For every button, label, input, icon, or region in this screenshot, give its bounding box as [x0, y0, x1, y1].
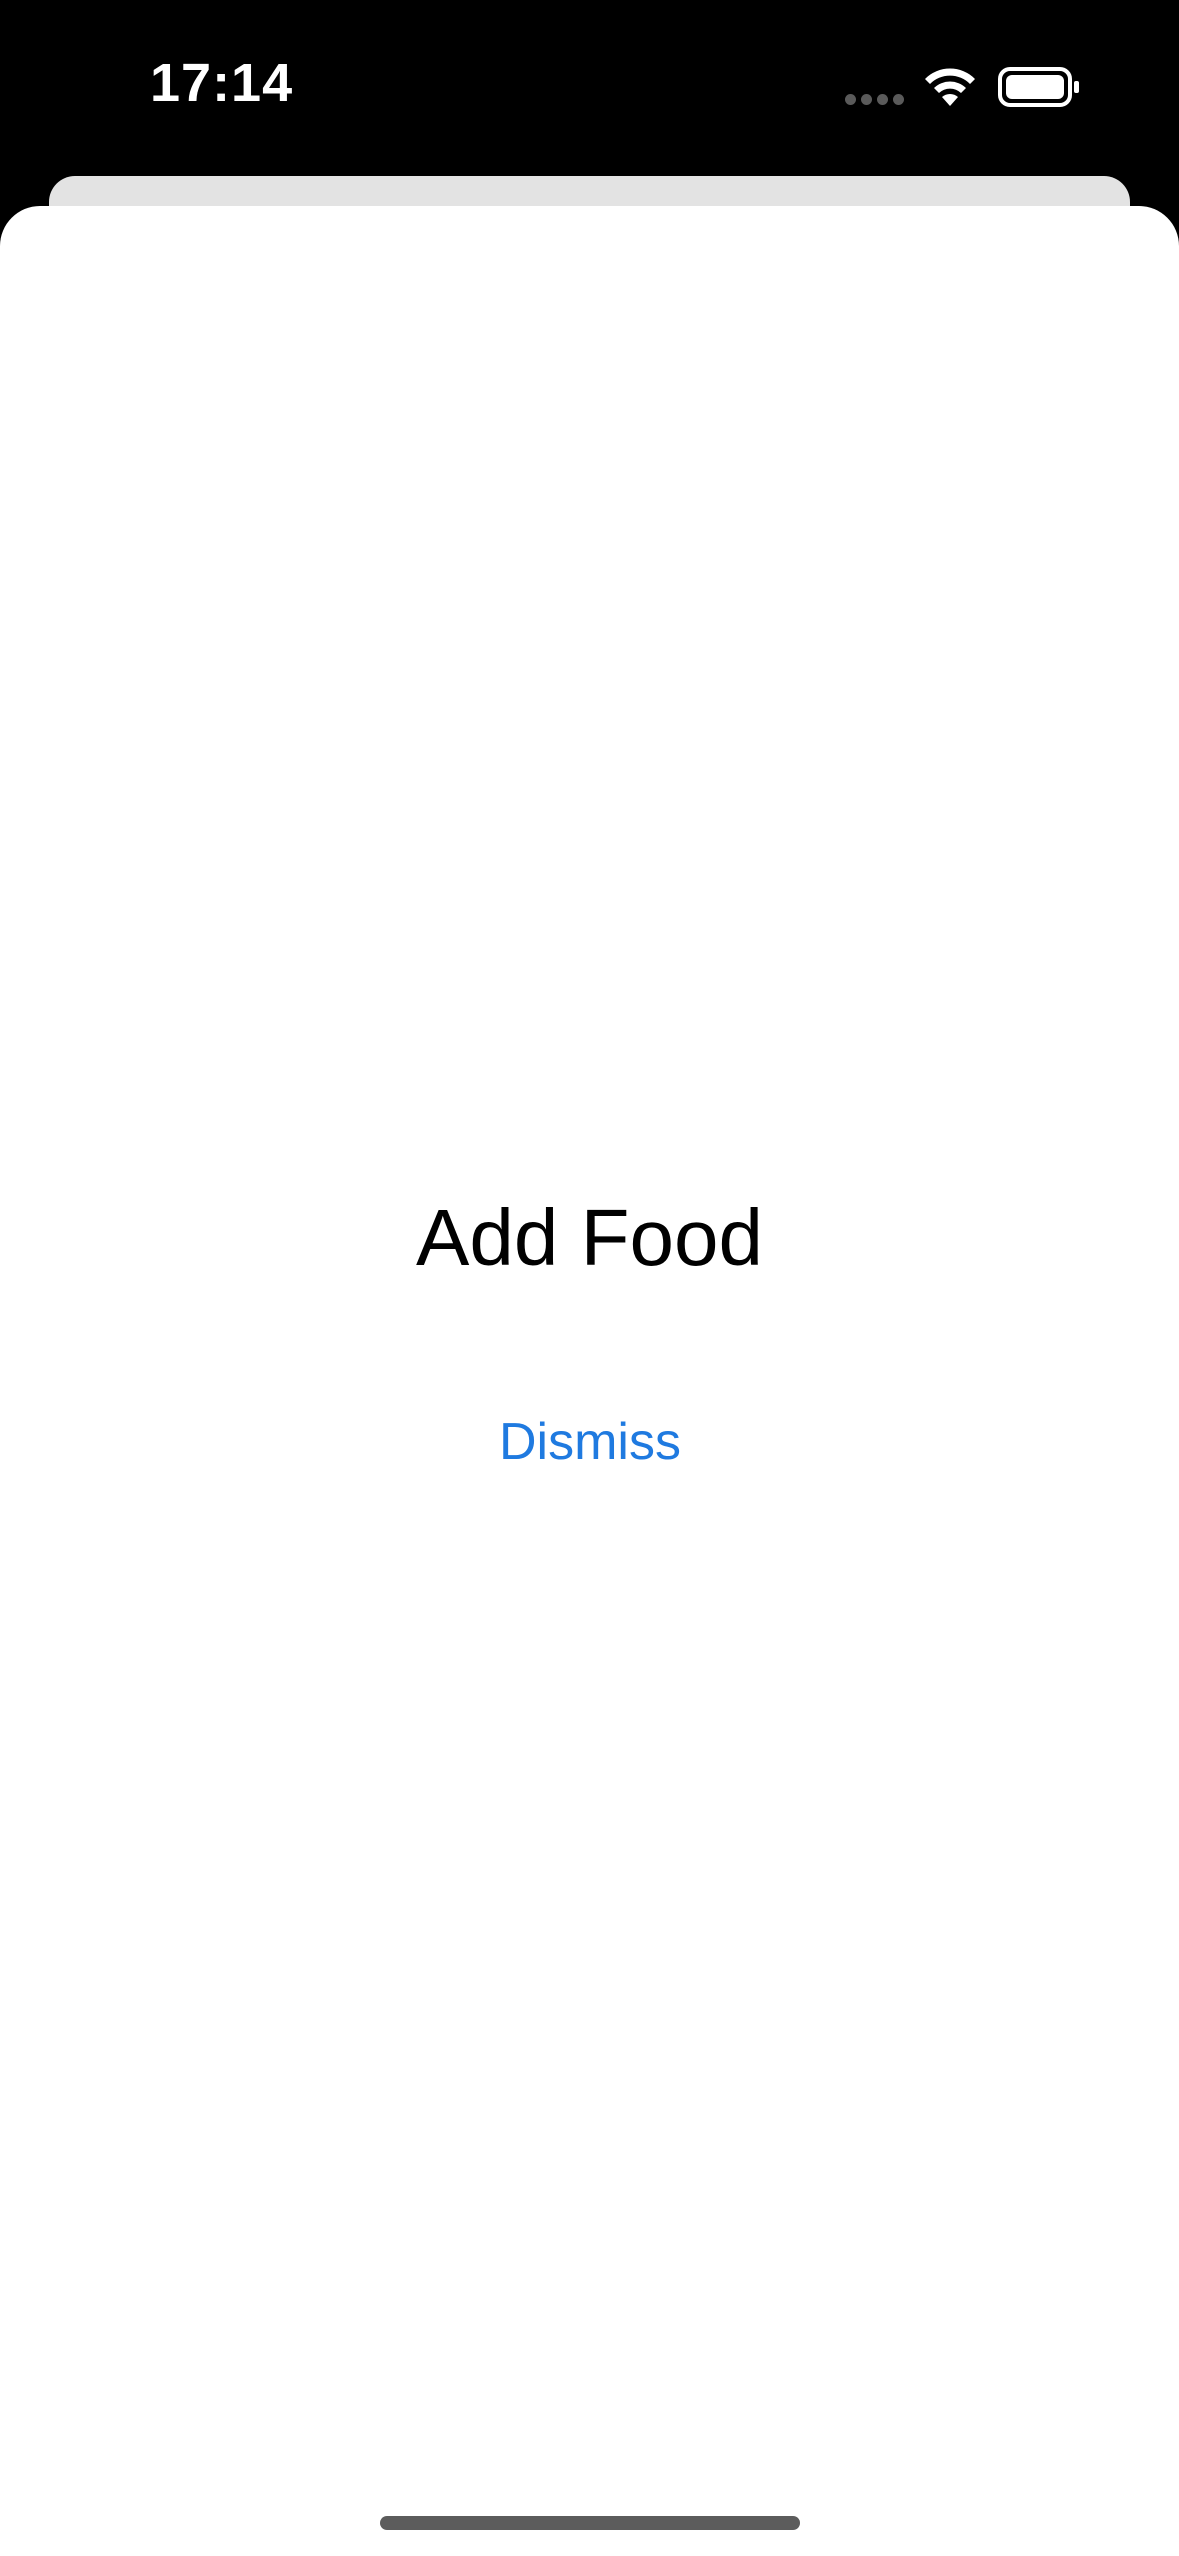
- wifi-icon: [925, 68, 975, 106]
- dismiss-button[interactable]: Dismiss: [440, 1402, 740, 1482]
- add-food-sheet: [0, 206, 1179, 2556]
- sheet-title: Add Food: [416, 1193, 763, 1282]
- status-time: 17:14: [150, 53, 294, 113]
- status-bar: 17:14: [0, 0, 1179, 176]
- home-indicator[interactable]: [380, 2516, 800, 2530]
- cellular-signal-icon: [845, 94, 905, 106]
- screen: 17:14 Add Food Dismiss: [0, 0, 1179, 2556]
- battery-icon: [998, 67, 1079, 107]
